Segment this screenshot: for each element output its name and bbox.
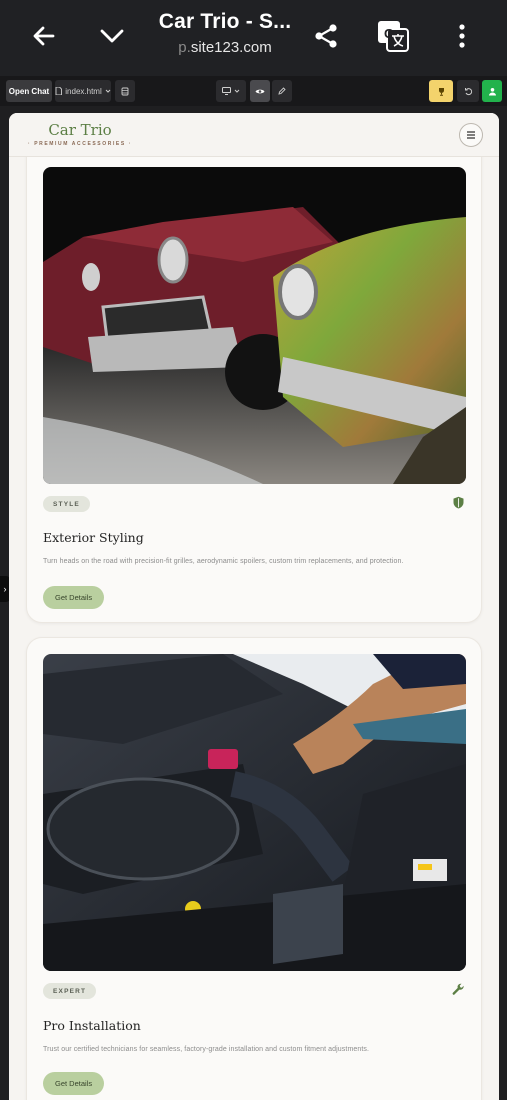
share-icon <box>315 24 337 48</box>
engine-bay-image <box>43 654 466 971</box>
card-tag: EXPERT <box>43 983 97 999</box>
open-chat-button[interactable]: Open Chat <box>6 80 52 102</box>
account-button[interactable] <box>482 80 502 102</box>
database-icon <box>121 87 129 95</box>
site-preview: Car Trio · PREMIUM ACCESSORIES · STYLE E… <box>9 113 499 1100</box>
more-menu-button[interactable] <box>440 14 484 58</box>
site-header: Car Trio · PREMIUM ACCESSORIES · <box>9 113 499 157</box>
editor-toolbar: Open Chat index.html <box>0 76 507 106</box>
logo-name: Car Trio <box>48 121 112 139</box>
history-button[interactable] <box>457 80 479 102</box>
pencil-icon <box>278 87 286 95</box>
database-button[interactable] <box>115 80 135 102</box>
logo-tagline: · PREMIUM ACCESSORIES · <box>27 141 133 147</box>
translate-button[interactable]: G <box>371 14 415 58</box>
hamburger-menu-button[interactable] <box>459 123 483 147</box>
undo-icon <box>464 87 472 95</box>
wrench-icon <box>452 983 464 995</box>
service-card: STYLE Exterior Styling Turn heads on the… <box>26 129 482 623</box>
url-prefix: p. <box>178 39 191 56</box>
desktop-icon <box>222 87 231 95</box>
service-card: EXPERT Pro Installation Trust our certif… <box>26 637 482 1100</box>
svg-text:G: G <box>384 26 394 41</box>
back-button[interactable] <box>22 14 66 58</box>
get-details-button[interactable]: Get Details <box>43 1072 105 1095</box>
device-selector[interactable] <box>216 80 246 102</box>
site-logo[interactable]: Car Trio · PREMIUM ACCESSORIES · <box>25 121 135 147</box>
preview-button[interactable] <box>250 80 270 102</box>
file-icon <box>55 87 63 95</box>
page-title: Car Trio - S... <box>158 10 292 33</box>
more-vertical-icon <box>459 24 465 48</box>
chevron-down-icon <box>234 89 240 93</box>
collapse-button[interactable] <box>90 14 134 58</box>
address-area[interactable]: Car Trio - S... p.site123.com <box>150 10 300 56</box>
card-description: Trust our certified technicians for seam… <box>43 1046 370 1053</box>
card-title: Pro Installation <box>43 1018 141 1033</box>
trophy-icon <box>438 87 444 96</box>
share-button[interactable] <box>304 14 348 58</box>
card-title: Exterior Styling <box>43 530 144 545</box>
trophy-button[interactable] <box>429 80 453 102</box>
chevron-right-icon: › <box>3 584 7 594</box>
chevron-down-icon <box>105 89 111 93</box>
url-domain: site123.com <box>190 39 272 56</box>
eye-icon <box>255 89 265 93</box>
file-selector[interactable]: index.html <box>55 80 111 102</box>
user-icon <box>488 87 496 95</box>
back-arrow-icon <box>33 26 55 46</box>
chevron-down-icon <box>100 29 124 43</box>
file-name: index.html <box>65 86 102 96</box>
vintage-cars-image <box>43 167 466 484</box>
card-description: Turn heads on the road with precision-fi… <box>43 558 404 565</box>
page-url: p.site123.com <box>150 39 300 56</box>
edit-button[interactable] <box>272 80 292 102</box>
menu-icon <box>467 131 475 139</box>
shield-icon <box>453 496 464 509</box>
translate-icon: G <box>378 21 409 52</box>
card-tag: STYLE <box>43 496 90 512</box>
get-details-button[interactable]: Get Details <box>43 586 105 609</box>
browser-toolbar: Car Trio - S... p.site123.com G <box>0 0 507 76</box>
